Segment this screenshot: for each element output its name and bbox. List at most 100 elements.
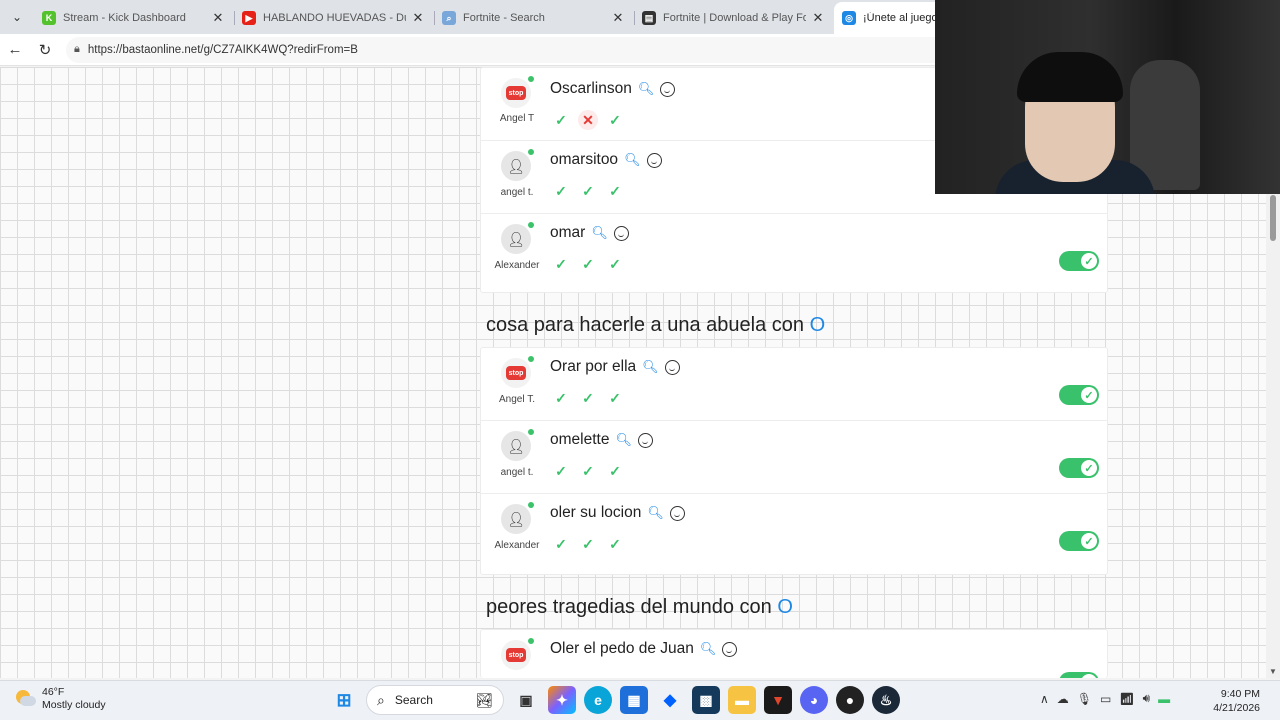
battery-icon[interactable]: ▬ [1158,692,1170,706]
microsoft-store-icon[interactable]: ▦ [620,686,648,714]
wifi-icon[interactable]: 📶︎ [1119,692,1134,706]
brave-browser-icon[interactable]: ▼ [764,686,792,714]
onedrive-icon[interactable]: ☁ [1057,692,1069,706]
vote-yes-check-icon[interactable]: ✓ [551,254,571,274]
task-view-icon[interactable]: ▣ [512,686,540,714]
tab-fortnite-download[interactable]: ▤ Fortnite | Download & Play For Fre ✕ [634,2,834,34]
online-dot-icon [528,429,534,435]
answer-text: Oler el pedo de Juan 🔍︎ [550,640,738,658]
device-icon[interactable]: ▭ [1100,692,1111,706]
tab-fortnite-search[interactable]: ⌕ Fortnite - Search ✕ [434,2,634,34]
vote-yes-check-icon[interactable]: ✓ [551,181,571,201]
vote-yes-check-icon[interactable]: ✓ [605,388,625,408]
search-icon[interactable]: 🔍︎ [638,81,655,97]
react-emoji-icon[interactable] [669,505,685,521]
search-icon[interactable]: 🔍︎ [647,505,664,521]
file-explorer-icon[interactable]: ▬ [728,686,756,714]
player-name: Angel T. [499,394,535,405]
accept-toggle[interactable]: ✓ [1059,672,1099,678]
player-name: Alexander [494,260,540,271]
search-icon[interactable]: 🔍︎ [615,432,632,448]
vote-yes-check-icon[interactable]: ✓ [551,110,571,130]
online-dot-icon [528,356,534,362]
tab-title: Fortnite | Download & Play For Fre [663,12,806,24]
clock-date: 4/21/2026 [1213,702,1260,714]
vote-yes-check-icon[interactable]: ✓ [551,534,571,554]
vote-yes-check-icon[interactable]: ✓ [578,534,598,554]
close-icon[interactable]: ✕ [210,10,226,26]
edge-browser-icon[interactable]: e [584,686,612,714]
vote-no-x-icon[interactable]: ✕ [578,110,598,130]
accept-toggle[interactable]: ✓ [1059,385,1099,405]
answers-card: stop Angel T. Orar por ella 🔍︎ ✓ ✓ ✓ ✓ 👤… [480,347,1108,575]
vote-yes-check-icon[interactable]: ✓ [605,181,625,201]
scroll-thumb[interactable] [1270,195,1276,241]
close-icon[interactable]: ✕ [810,10,826,26]
tab-kick-dashboard[interactable]: K Stream - Kick Dashboard ✕ [34,2,234,34]
tab-menu-chevron-icon[interactable]: ⌄ [0,0,34,34]
accept-toggle[interactable]: ✓ [1059,251,1099,271]
back-arrow-icon[interactable]: ← [0,35,30,65]
vote-yes-check-icon[interactable]: ✓ [605,534,625,554]
vote-yes-check-icon[interactable]: ✓ [578,388,598,408]
vote-yes-check-icon[interactable]: ✓ [551,461,571,481]
clock[interactable]: 9:40 PM 4/21/2026 [1213,687,1260,715]
discord-icon[interactable]: ◕ [800,686,828,714]
chevron-up-icon[interactable]: ∧ [1040,692,1049,706]
weather-temp: 46°F [42,686,65,698]
close-icon[interactable]: ✕ [610,10,626,26]
check-icon: ✓ [1081,387,1097,403]
windows-start-icon[interactable]: ⊞ [330,686,358,714]
user-avatar-icon: 👤︎ [501,149,534,181]
answer-row: 👤︎ angel t. omelette 🔍︎ ✓ ✓ ✓ ✓ [481,421,1107,494]
online-dot-icon [528,76,534,82]
stop-avatar-icon: stop [501,76,534,108]
search-icon[interactable]: 🔍︎ [624,152,641,168]
vote-yes-check-icon[interactable]: ✓ [605,110,625,130]
search-icon[interactable]: 🔍︎ [642,359,659,375]
obs-studio-icon[interactable]: ● [836,686,864,714]
react-emoji-icon[interactable] [660,81,676,97]
react-emoji-icon[interactable] [664,359,680,375]
steam-icon[interactable]: ♨ [872,686,900,714]
tab-youtube[interactable]: ▶ HABLANDO HUEVADAS - Duodéc ✕ [234,2,434,34]
check-icon: ✓ [1081,253,1097,269]
vote-group: ✓ ✓ ✓ [551,534,625,554]
check-icon: ✓ [1081,460,1097,476]
vote-yes-check-icon[interactable]: ✓ [578,254,598,274]
scroll-down-arrow-icon[interactable]: ▼ [1269,667,1277,676]
search-highlight-icon: 🏞︎ [475,691,493,708]
weather-cloudy-icon [14,688,36,710]
search-icon[interactable]: 🔍︎ [591,225,608,241]
code-editor-icon[interactable]: ▩ [692,686,720,714]
search-icon[interactable]: 🔍︎ [700,641,717,657]
answer-row: stop Angel T. Orar por ella 🔍︎ ✓ ✓ ✓ ✓ [481,348,1107,421]
accept-toggle[interactable]: ✓ [1059,458,1099,478]
epic-favicon-icon: ▤ [642,11,656,25]
vote-yes-check-icon[interactable]: ✓ [578,181,598,201]
dropbox-icon[interactable]: ◆ [656,686,684,714]
react-emoji-icon[interactable] [722,641,738,657]
accept-toggle[interactable]: ✓ [1059,531,1099,551]
react-emoji-icon[interactable] [646,152,662,168]
reload-icon[interactable]: ↻ [30,35,60,65]
react-emoji-icon[interactable] [613,225,629,241]
webcam-overlay [935,0,1280,194]
weather-widget[interactable]: 46°F Mostly cloudy [14,686,106,712]
vote-group: ✓ ✕ ✓ [551,110,625,130]
microphone-icon[interactable]: 🎙︎ [1077,692,1092,706]
tab-title: Stream - Kick Dashboard [63,12,186,24]
search-icon: ⌕ [377,691,385,708]
vote-yes-check-icon[interactable]: ✓ [551,388,571,408]
vote-yes-check-icon[interactable]: ✓ [605,254,625,274]
answer-text: oler su locion 🔍︎ [550,504,685,522]
answer-text: Orar por ella 🔍︎ [550,358,680,376]
vote-yes-check-icon[interactable]: ✓ [605,461,625,481]
react-emoji-icon[interactable] [637,432,653,448]
copilot-icon[interactable]: ✦ [548,686,576,714]
volume-icon[interactable]: 🔊︎ [1143,691,1151,706]
close-icon[interactable]: ✕ [410,10,426,26]
vote-yes-check-icon[interactable]: ✓ [578,461,598,481]
answer-text: omelette 🔍︎ [550,431,653,449]
taskbar-search[interactable]: ⌕ Search 🏞︎ [366,685,504,715]
